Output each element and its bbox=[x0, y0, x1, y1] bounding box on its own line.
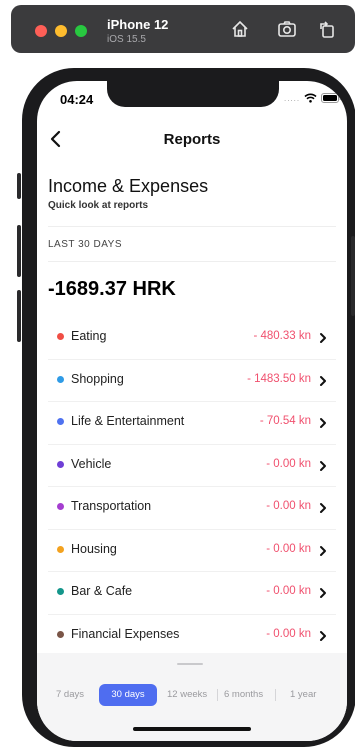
category-name: Shopping bbox=[71, 371, 124, 386]
category-amount: - 1483.50 kn bbox=[247, 372, 311, 385]
category-name: Housing bbox=[71, 541, 117, 556]
chevron-right-icon bbox=[318, 374, 328, 386]
screenshot-icon[interactable] bbox=[276, 18, 298, 40]
chevron-right-icon bbox=[318, 544, 328, 556]
category-amount: - 0.00 kn bbox=[266, 542, 311, 555]
divider bbox=[48, 261, 336, 262]
category-color-dot bbox=[57, 545, 64, 553]
category-row[interactable]: Vehicle - 0.00 kn bbox=[48, 445, 336, 487]
total-amount: -1689.37 HRK bbox=[48, 278, 176, 300]
chevron-right-icon bbox=[318, 586, 328, 598]
app-screen: 04:24 ..... Reports Income & Expenses Qu… bbox=[37, 81, 347, 741]
category-row[interactable]: Housing - 0.00 kn bbox=[48, 530, 336, 572]
category-amount: - 0.00 kn bbox=[266, 457, 311, 470]
tab-30-days[interactable]: 30 days bbox=[99, 684, 157, 706]
chevron-right-icon bbox=[318, 459, 328, 471]
home-icon[interactable] bbox=[229, 18, 251, 40]
category-amount: - 70.54 kn bbox=[259, 415, 311, 427]
close-window-button[interactable] bbox=[35, 25, 47, 37]
tab-12-weeks[interactable]: 12 weeks bbox=[167, 689, 207, 700]
category-row[interactable]: Life & Entertainment - 70.54 kn bbox=[48, 402, 336, 445]
home-indicator bbox=[133, 727, 251, 731]
wifi-icon bbox=[304, 93, 317, 103]
category-amount: - 0.00 kn bbox=[266, 627, 311, 640]
category-list: Eating - 480.33 kn Shopping - 1483.50 kn… bbox=[48, 317, 336, 657]
category-row[interactable]: Shopping - 1483.50 kn bbox=[48, 360, 336, 402]
tab-separator bbox=[275, 689, 276, 701]
tab-6-months[interactable]: 6 months bbox=[224, 689, 263, 700]
page-title: Income & Expenses bbox=[48, 176, 209, 196]
tab-separator bbox=[217, 689, 218, 701]
chevron-right-icon bbox=[318, 416, 328, 428]
category-color-dot bbox=[57, 630, 64, 638]
battery-icon bbox=[321, 93, 342, 103]
simulator-toolbar: iPhone 12 iOS 15.5 bbox=[11, 5, 355, 53]
tab-7-days[interactable]: 7 days bbox=[56, 689, 84, 700]
category-amount: - 0.00 kn bbox=[266, 585, 311, 597]
mute-switch bbox=[17, 173, 21, 199]
chevron-right-icon bbox=[318, 501, 328, 513]
category-color-dot bbox=[57, 588, 64, 595]
category-row[interactable]: Bar & Cafe - 0.00 kn bbox=[48, 572, 336, 615]
page-subtitle: Quick look at reports bbox=[48, 200, 149, 211]
category-name: Vehicle bbox=[71, 456, 112, 471]
power-button bbox=[351, 236, 355, 316]
tab-1-year[interactable]: 1 year bbox=[290, 689, 316, 700]
category-row[interactable]: Financial Expenses - 0.00 kn bbox=[48, 615, 336, 658]
device-name: iPhone 12 bbox=[107, 17, 169, 32]
category-row[interactable]: Transportation - 0.00 kn bbox=[48, 487, 336, 530]
signal-dots: ..... bbox=[284, 93, 301, 103]
category-amount: - 0.00 kn bbox=[266, 500, 311, 512]
notch bbox=[107, 81, 279, 107]
chevron-right-icon bbox=[318, 629, 328, 641]
category-color-dot bbox=[57, 333, 64, 340]
category-color-dot bbox=[57, 460, 64, 468]
period-tabs: 7 days 30 days 12 weeks 6 months 1 year bbox=[37, 684, 347, 706]
category-name: Life & Entertainment bbox=[71, 414, 185, 428]
nav-title: Reports bbox=[163, 131, 221, 148]
status-icons: ..... bbox=[284, 93, 342, 103]
volume-down-button bbox=[17, 290, 21, 342]
sheet-grabber[interactable] bbox=[177, 663, 203, 665]
divider bbox=[48, 226, 336, 227]
os-version: iOS 15.5 bbox=[107, 34, 146, 45]
category-color-dot bbox=[57, 418, 64, 425]
zoom-window-button[interactable] bbox=[75, 25, 87, 37]
rotate-icon[interactable] bbox=[316, 18, 338, 40]
category-name: Financial Expenses bbox=[71, 626, 180, 641]
category-name: Eating bbox=[71, 329, 107, 343]
category-color-dot bbox=[57, 375, 64, 383]
category-amount: - 480.33 kn bbox=[253, 330, 311, 342]
status-time: 04:24 bbox=[60, 92, 94, 107]
category-name: Transportation bbox=[71, 499, 152, 513]
chevron-right-icon bbox=[318, 331, 328, 343]
category-name: Bar & Cafe bbox=[71, 584, 133, 598]
category-color-dot bbox=[57, 503, 64, 510]
category-row[interactable]: Eating - 480.33 kn bbox=[48, 317, 336, 360]
volume-up-button bbox=[17, 225, 21, 277]
minimize-window-button[interactable] bbox=[55, 25, 67, 37]
period-label: LAST 30 DAYS bbox=[48, 239, 122, 250]
